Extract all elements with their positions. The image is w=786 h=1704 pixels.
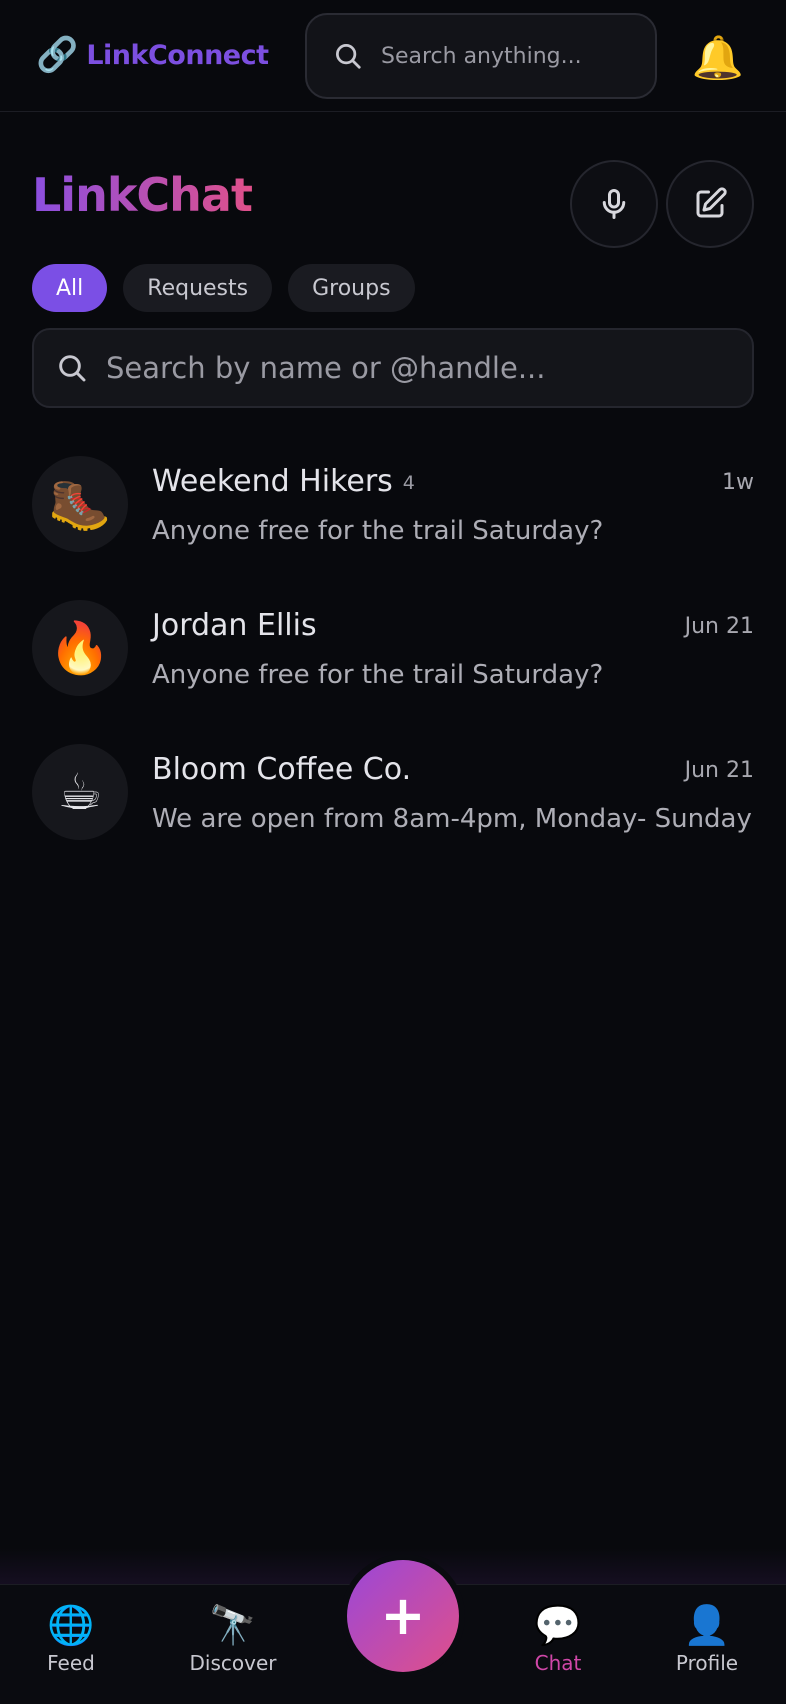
nav-label: Feed bbox=[47, 1651, 95, 1675]
microphone-icon bbox=[602, 189, 626, 219]
chat-name: Bloom Coffee Co. bbox=[152, 752, 412, 787]
coffee-avatar-icon: ☕ bbox=[32, 744, 128, 840]
chat-search-box[interactable] bbox=[32, 328, 754, 408]
member-count: 4 bbox=[402, 471, 415, 494]
chat-row-weekend-hikers[interactable]: 🥾 Weekend Hikers 4 1w Anyone free for the… bbox=[0, 440, 786, 584]
chat-name: Jordan Ellis bbox=[152, 608, 317, 643]
notification-bell-icon[interactable]: 🔔 bbox=[690, 30, 746, 86]
brand-logo[interactable]: 🔗 LinkConnect bbox=[36, 30, 269, 80]
chat-row-bloom-coffee[interactable]: ☕ Bloom Coffee Co. Jun 21 We are open fr… bbox=[0, 728, 786, 872]
link-icon: 🔗 bbox=[36, 35, 79, 75]
nav-feed[interactable]: 🌐 Feed bbox=[6, 1603, 136, 1675]
chat-time: Jun 21 bbox=[684, 758, 754, 783]
nav-profile[interactable]: 👤 Profile bbox=[642, 1603, 772, 1675]
page-title: LinkChat bbox=[32, 168, 253, 222]
hiking-boot-avatar-icon: 🥾 bbox=[32, 456, 128, 552]
speech-bubble-icon: 💬 bbox=[534, 1603, 582, 1647]
plus-icon: + bbox=[380, 1584, 426, 1647]
chat-name: Weekend Hikers 4 bbox=[152, 464, 415, 499]
nav-label: Profile bbox=[675, 1651, 739, 1675]
fire-avatar-icon: 🔥 bbox=[32, 600, 128, 696]
tab-all[interactable]: All bbox=[32, 264, 108, 312]
user-icon: 👤 bbox=[683, 1603, 731, 1647]
telescope-icon: 🔭 bbox=[209, 1603, 257, 1647]
global-search-input[interactable] bbox=[381, 43, 631, 69]
edit-icon bbox=[696, 187, 727, 218]
tab-groups[interactable]: Groups bbox=[288, 264, 415, 312]
brand-name: LinkConnect bbox=[86, 39, 269, 71]
globe-icon: 🌐 bbox=[47, 1603, 95, 1647]
chat-search-input[interactable] bbox=[106, 351, 746, 385]
nav-discover[interactable]: 🔭 Discover bbox=[168, 1603, 298, 1675]
search-icon bbox=[59, 355, 86, 382]
nav-label: Chat bbox=[534, 1651, 582, 1675]
chat-time: Jun 21 bbox=[684, 614, 754, 639]
search-icon bbox=[336, 44, 361, 69]
chat-name-text: Weekend Hikers bbox=[152, 464, 393, 499]
compose-button[interactable] bbox=[666, 160, 754, 248]
chat-preview: Anyone free for the trail Saturday? bbox=[152, 660, 604, 690]
chat-time: 1w bbox=[722, 470, 754, 495]
chat-list: 🥾 Weekend Hikers 4 1w Anyone free for the… bbox=[0, 440, 786, 872]
chat-row-jordan-ellis[interactable]: 🔥 Jordan Ellis Jun 21 Anyone free for th… bbox=[0, 584, 786, 728]
tab-requests[interactable]: Requests bbox=[123, 264, 273, 312]
global-search-box[interactable] bbox=[305, 13, 657, 99]
nav-label: Discover bbox=[189, 1651, 277, 1675]
create-post-button[interactable]: + bbox=[347, 1560, 459, 1672]
chat-preview: We are open from 8am-4pm, Monday- Sunday bbox=[152, 804, 752, 834]
app-root: 🔗 LinkConnect 🔔 LinkChat All Requests Gr… bbox=[0, 0, 786, 1704]
voice-button[interactable] bbox=[570, 160, 658, 248]
nav-chat[interactable]: 💬 Chat bbox=[493, 1603, 623, 1675]
top-bar: 🔗 LinkConnect 🔔 bbox=[0, 0, 786, 112]
chat-preview: Anyone free for the trail Saturday? bbox=[152, 516, 604, 546]
filter-tabs: All Requests Groups bbox=[32, 264, 415, 312]
